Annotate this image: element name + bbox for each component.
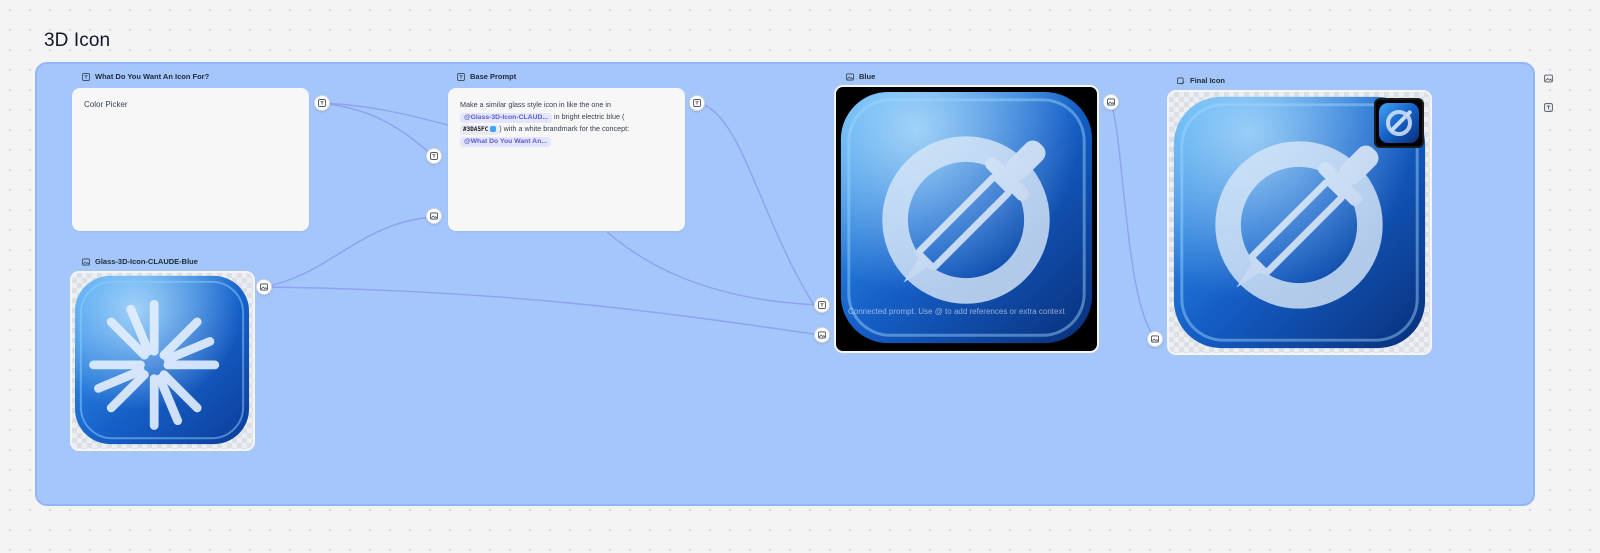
output-port-image[interactable] [1103,94,1119,110]
final-icon-thumbnail[interactable] [1374,98,1424,148]
image-icon [1543,74,1553,82]
node-title-label: Glass-3D-Icon-CLAUDE-Blue [95,257,198,266]
reference-chip-text[interactable]: @What Do You Want An... [460,137,551,147]
text-icon [457,72,465,81]
asterisk-glass-icon [74,275,250,445]
prompt-card[interactable]: Make a similar glass style icon in like … [448,88,685,231]
output-port-text[interactable] [689,95,705,111]
node-title-label: Blue [859,72,876,81]
prompt-text-3: ) with a white brandmark for the concept… [499,124,630,133]
image-icon [818,331,826,339]
page-title: 3D Icon [44,30,111,51]
color-picker-thumbnail-icon [1379,103,1419,143]
image-icon [82,258,90,265]
add-image-node-button[interactable] [1541,71,1555,85]
image-edit-icon [1177,77,1185,84]
node-title-final-icon: Final Icon [1177,76,1225,85]
text-icon [1543,102,1553,112]
node-title-blue: Blue [846,72,875,81]
hex-value: #3DA5FC [463,126,489,133]
color-swatch [490,125,497,132]
text-input-card[interactable]: Color Picker [72,88,309,231]
node-title-glass-icon: Glass-3D-Icon-CLAUDE-Blue [82,257,198,266]
color-code-chip[interactable]: #3DA5FC [460,125,500,135]
node-title-label: Final Icon [1190,76,1226,85]
image-icon [1151,335,1159,343]
output-port-text[interactable] [314,95,330,111]
glass-icon-image[interactable] [70,271,255,451]
image-icon [260,283,268,291]
text-input-value[interactable]: Color Picker [84,100,128,109]
blue-output-image[interactable]: Connected prompt. Use @ to add reference… [834,85,1099,353]
reference-chip-image[interactable]: @Glass-3D-Icon-CLAUD... [460,113,553,123]
node-title-what-for: What Do You Want An Icon For? [82,72,209,81]
text-icon [82,72,90,81]
final-icon-image[interactable] [1167,90,1432,355]
node-title-label: Base Prompt [470,72,517,81]
input-port-image[interactable] [426,208,442,224]
image-icon [846,73,854,80]
image-icon [1107,98,1115,106]
input-port-text[interactable] [426,148,442,164]
input-port-image[interactable] [814,327,830,343]
connected-prompt-hint[interactable]: Connected prompt. Use @ to add reference… [848,305,1068,318]
prompt-text-1: Make a similar glass style icon in like … [460,100,612,109]
text-icon [693,99,701,107]
prompt-text[interactable]: Make a similar glass style icon in like … [460,99,670,147]
node-title-base-prompt: Base Prompt [457,72,516,81]
input-port-image[interactable] [1147,331,1163,347]
text-icon [318,99,326,107]
prompt-text-2: in bright electric blue ( [554,112,625,121]
input-port-text[interactable] [814,297,830,313]
image-icon [430,212,438,220]
node-title-label: What Do You Want An Icon For? [95,72,210,81]
add-text-node-button[interactable] [1541,100,1555,114]
text-icon [818,301,826,309]
output-port-image[interactable] [256,279,272,295]
text-icon [430,152,438,160]
